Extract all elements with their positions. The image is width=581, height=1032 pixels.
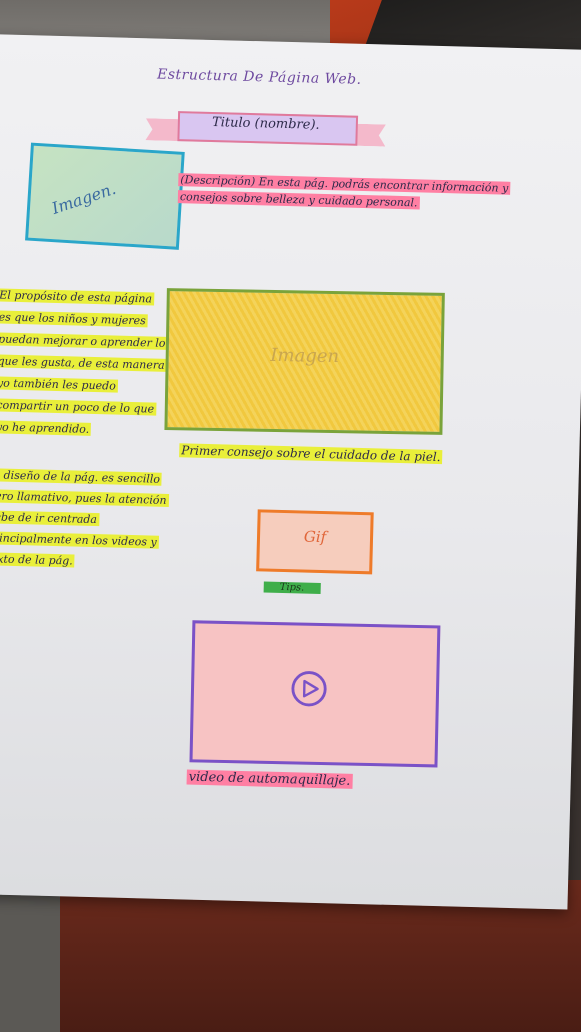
tips-label: Tips. [263,581,321,594]
first-tip-caption-block: Primer consejo sobre el cuidado de la pi… [179,443,443,465]
paper-sheet: Estructura De Página Web. Titulo (nombre… [0,34,581,910]
purpose-block: El propósito de esta página es que los n… [0,284,168,442]
ribbon-tail-left [145,118,180,141]
play-icon [291,671,327,707]
video-placeholder [189,620,441,768]
description-block: (Descripción) En esta pág. podrás encont… [177,171,529,214]
video-caption: video de automaquillaje. [186,769,353,789]
image-placeholder-main: Imagen [164,288,445,435]
image-placeholder-top: Imagen. [25,142,185,250]
image-label-top: Imagen. [49,178,119,218]
description-text: (Descripción) En esta pág. podrás encont… [177,173,511,210]
design-block: El diseño de la pág. es sencillo pero ll… [0,464,172,574]
title-ribbon: Titulo (nombre). [145,108,386,148]
page-title: Estructura De Página Web. [156,66,362,88]
purpose-text: El propósito de esta página es que los n… [0,288,168,436]
image-label-main: Imagen [270,344,340,368]
video-caption-block: video de automaquillaje. [186,769,353,789]
gif-label: Gif [303,527,327,547]
first-tip-caption: Primer consejo sobre el cuidado de la pi… [179,443,443,465]
design-text: El diseño de la pág. es sencillo pero ll… [0,468,169,568]
tips-block: Tips. [263,581,321,594]
gif-placeholder: Gif [256,509,374,575]
